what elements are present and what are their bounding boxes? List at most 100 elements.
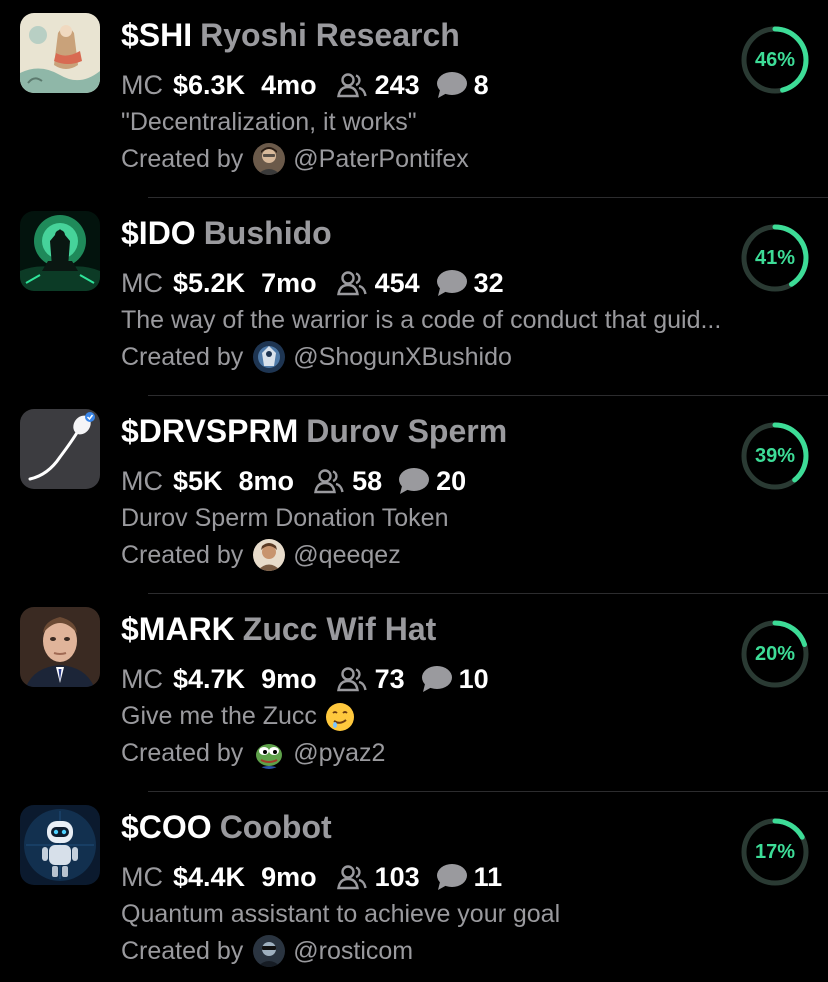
progress-label: 17% xyxy=(754,841,796,863)
creator-handle[interactable]: @ShogunXBushido xyxy=(293,339,512,375)
token-description: The way of the warrior is a code of cond… xyxy=(121,306,722,334)
token-row-ido[interactable]: $IDO Bushido MC $5.2K 7mo 454 32 The way … xyxy=(0,198,828,396)
token-name: Bushido xyxy=(203,215,332,251)
market-cap-label: MC xyxy=(121,862,163,892)
token-row-shi[interactable]: $SHI Ryoshi Research MC $6.3K 4mo 243 8 "… xyxy=(0,0,828,198)
bonding-progress-ring: 17% xyxy=(741,818,809,886)
token-age: 9mo xyxy=(261,862,317,892)
market-cap-value: $6.3K xyxy=(173,70,246,100)
market-cap-value: $4.7K xyxy=(173,664,246,694)
chat-bubble-icon xyxy=(399,468,430,494)
market-cap-value: $4.4K xyxy=(173,862,246,892)
progress-label: 46% xyxy=(754,49,796,71)
creator-handle[interactable]: @rosticom xyxy=(293,933,413,969)
token-image-drvsprm xyxy=(20,409,100,489)
creator-row[interactable]: Created by @ShogunXBushido xyxy=(121,339,512,375)
creator-row[interactable]: Created by @PaterPontifex xyxy=(121,141,469,177)
token-name: Coobot xyxy=(219,809,332,845)
chat-bubble-icon xyxy=(436,864,467,890)
people-icon xyxy=(336,865,367,890)
comments-count: 20 xyxy=(436,466,467,496)
market-cap-value: $5K xyxy=(173,466,223,496)
creator-row[interactable]: Created by @rosticom xyxy=(121,933,413,969)
creator-avatar xyxy=(253,539,286,571)
progress-label: 39% xyxy=(754,445,796,467)
comments-count: 8 xyxy=(473,70,489,100)
creator-handle[interactable]: @qeeqez xyxy=(293,537,400,573)
token-ticker: $SHI xyxy=(121,17,193,53)
token-title: $SHI Ryoshi Research xyxy=(121,14,460,56)
token-stats: MC $5.2K 7mo 454 32 xyxy=(121,265,504,301)
bonding-progress-ring: 41% xyxy=(741,224,809,292)
market-cap-label: MC xyxy=(121,466,163,496)
token-ticker: $IDO xyxy=(121,215,196,251)
token-description-row: Give me the Zucc xyxy=(121,699,355,733)
token-row-coo[interactable]: $COO Coobot MC $4.4K 9mo 103 11 Quantum a… xyxy=(0,792,828,982)
chat-bubble-icon xyxy=(436,72,467,98)
token-name: Durov Sperm xyxy=(306,413,508,449)
bonding-progress-ring: 20% xyxy=(741,620,809,688)
creator-handle[interactable]: @PaterPontifex xyxy=(293,141,468,177)
drooling-face-emoji xyxy=(325,703,354,732)
creator-avatar xyxy=(253,341,286,373)
created-by-label: Created by xyxy=(121,343,244,371)
chat-bubble-icon xyxy=(436,270,467,296)
token-stats: MC $4.4K 9mo 103 11 xyxy=(121,859,502,895)
chat-bubble-icon xyxy=(421,666,452,692)
token-title: $MARK Zucc Wif Hat xyxy=(121,608,436,650)
comments-count: 32 xyxy=(473,268,504,298)
token-stats: MC $5K 8mo 58 20 xyxy=(121,463,466,499)
token-title: $DRVSPRM Durov Sperm xyxy=(121,410,507,452)
people-icon xyxy=(336,271,367,296)
token-image-coo xyxy=(20,805,100,885)
token-description: Durov Sperm Donation Token xyxy=(121,504,449,532)
creator-avatar xyxy=(253,935,286,967)
people-icon xyxy=(336,73,367,98)
token-stats: MC $4.7K 9mo 73 10 xyxy=(121,661,489,697)
token-name: Ryoshi Research xyxy=(200,17,460,53)
created-by-label: Created by xyxy=(121,541,244,569)
progress-label: 41% xyxy=(754,247,796,269)
market-cap-label: MC xyxy=(121,664,163,694)
created-by-label: Created by xyxy=(121,145,244,173)
market-cap-label: MC xyxy=(121,268,163,298)
token-description: Give me the Zucc xyxy=(121,702,317,730)
token-age: 9mo xyxy=(261,664,317,694)
token-row-drvsprm[interactable]: $DRVSPRM Durov Sperm MC $5K 8mo 58 20 Dur… xyxy=(0,396,828,594)
token-ticker: $MARK xyxy=(121,611,235,647)
token-stats: MC $6.3K 4mo 243 8 xyxy=(121,67,489,103)
creator-avatar xyxy=(253,737,286,769)
token-list: $SHI Ryoshi Research MC $6.3K 4mo 243 8 "… xyxy=(0,0,828,982)
bonding-progress-ring: 46% xyxy=(741,26,809,94)
token-title: $IDO Bushido xyxy=(121,212,332,254)
people-icon xyxy=(314,469,344,494)
market-cap-label: MC xyxy=(121,70,163,100)
market-cap-value: $5.2K xyxy=(173,268,246,298)
creator-row[interactable]: Created by @pyaz2 xyxy=(121,735,385,771)
holders-count: 243 xyxy=(374,70,420,100)
holders-count: 73 xyxy=(374,664,405,694)
progress-label: 20% xyxy=(754,643,796,665)
holders-count: 58 xyxy=(352,466,383,496)
token-name: Zucc Wif Hat xyxy=(242,611,437,647)
token-image-mark xyxy=(20,607,100,687)
created-by-label: Created by xyxy=(121,739,244,767)
token-ticker: $COO xyxy=(121,809,212,845)
token-image-shi xyxy=(20,13,100,93)
token-ticker: $DRVSPRM xyxy=(121,413,299,449)
token-age: 4mo xyxy=(261,70,317,100)
creator-handle[interactable]: @pyaz2 xyxy=(293,735,385,771)
creator-row[interactable]: Created by @qeeqez xyxy=(121,537,401,573)
token-title: $COO Coobot xyxy=(121,806,332,848)
holders-count: 103 xyxy=(374,862,420,892)
creator-avatar xyxy=(253,143,286,175)
comments-count: 10 xyxy=(458,664,489,694)
holders-count: 454 xyxy=(374,268,420,298)
token-age: 8mo xyxy=(238,466,295,496)
token-description: Quantum assistant to achieve your goal xyxy=(121,900,561,928)
token-image-ido xyxy=(20,211,100,291)
bonding-progress-ring: 39% xyxy=(741,422,809,490)
token-description: "Decentralization, it works" xyxy=(121,108,417,136)
created-by-label: Created by xyxy=(121,937,244,965)
token-row-mark[interactable]: $MARK Zucc Wif Hat MC $4.7K 9mo 73 10 Giv… xyxy=(0,594,828,792)
